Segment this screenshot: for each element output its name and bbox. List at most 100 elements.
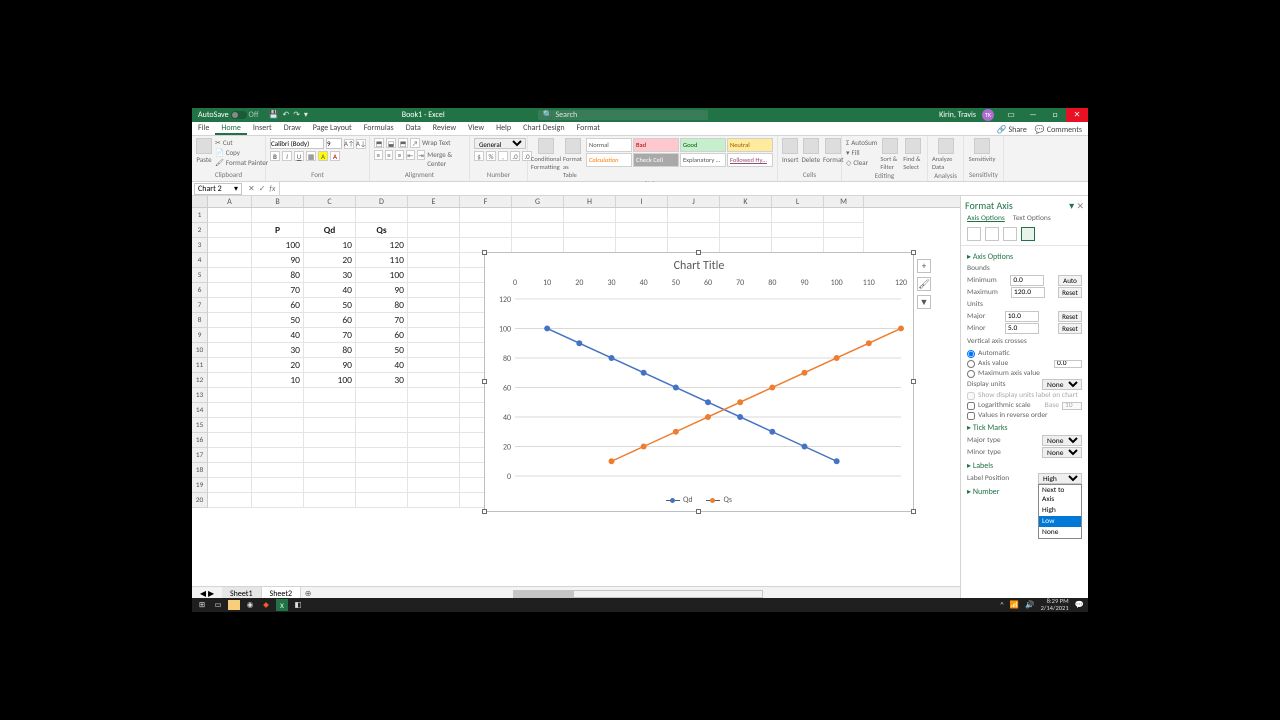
size-properties-icon[interactable] (1003, 227, 1017, 241)
excel-taskbar-icon[interactable]: X (276, 599, 288, 611)
row-header[interactable]: 10 (192, 343, 208, 358)
check-reverse[interactable]: Values in reverse order (967, 411, 1082, 420)
column-header[interactable]: M (824, 196, 864, 207)
column-header[interactable]: L (772, 196, 824, 207)
align-center-icon[interactable]: ≡ (385, 150, 394, 160)
save-icon[interactable]: 💾 (269, 110, 279, 120)
tab-data[interactable]: Data (400, 121, 427, 135)
orientation-icon[interactable]: ↗ (410, 138, 420, 148)
increase-font-icon[interactable]: A↑ (344, 139, 354, 149)
label-position-dropdown[interactable]: Next to Axis High Low None (1038, 484, 1082, 539)
row-header[interactable]: 8 (192, 313, 208, 328)
tray-chevron-icon[interactable]: ^ (1000, 601, 1004, 610)
row-header[interactable]: 14 (192, 403, 208, 418)
row-header[interactable]: 12 (192, 373, 208, 388)
autosave-toggle[interactable]: AutoSave Off (198, 110, 259, 120)
row-header[interactable]: 17 (192, 448, 208, 463)
chart-title[interactable]: Chart Title (485, 253, 913, 273)
row-header[interactable]: 4 (192, 253, 208, 268)
percent-icon[interactable]: % (486, 151, 496, 161)
tab-review[interactable]: Review (427, 121, 462, 135)
italic-button[interactable]: I (282, 151, 292, 161)
units-minor-input[interactable] (1005, 323, 1039, 334)
enter-formula-icon[interactable]: ✓ (259, 184, 266, 194)
row-header[interactable]: 1 (192, 208, 208, 223)
axis-value-input[interactable] (1054, 360, 1082, 368)
resize-handle[interactable] (482, 379, 487, 384)
user-name[interactable]: Kirin, Travis (939, 110, 976, 120)
worksheet-grid[interactable]: 12PQdQs310010120490201105803010067040907… (192, 208, 960, 586)
currency-icon[interactable]: $ (474, 151, 484, 161)
radio-max-axis[interactable]: Maximum axis value (967, 369, 1082, 378)
merge-button[interactable]: Merge & Center (427, 150, 465, 168)
style-neutral[interactable]: Neutral (727, 138, 773, 152)
chart-elements-button[interactable]: + (917, 259, 931, 273)
column-header[interactable]: J (668, 196, 720, 207)
indent-inc-icon[interactable]: ⇥ (417, 150, 426, 160)
font-color-button[interactable]: A (330, 151, 340, 161)
column-header[interactable]: D (356, 196, 408, 207)
column-header[interactable]: B (252, 196, 304, 207)
column-header[interactable]: E (408, 196, 460, 207)
cancel-formula-icon[interactable]: ✕ (248, 184, 255, 194)
align-right-icon[interactable]: ≡ (395, 150, 404, 160)
column-header[interactable]: H (564, 196, 616, 207)
tab-formulas[interactable]: Formulas (358, 121, 400, 135)
row-header[interactable]: 6 (192, 283, 208, 298)
number-format-select[interactable]: General (474, 138, 526, 149)
row-header[interactable]: 5 (192, 268, 208, 283)
radio-automatic[interactable]: Automatic (967, 349, 1082, 358)
start-button[interactable]: ⊞ (196, 599, 208, 611)
check-log-scale[interactable]: Logarithmic scale Base (967, 401, 1082, 410)
brave-icon[interactable]: ◆ (260, 599, 272, 611)
app-icon[interactable]: ◧ (292, 599, 304, 611)
section-axis-options[interactable]: ▸ Axis Options (967, 252, 1082, 262)
radio-axis-value[interactable]: Axis value (967, 359, 1082, 368)
autosum-button[interactable]: Σ AutoSum (846, 138, 877, 147)
bounds-max-input[interactable] (1011, 287, 1045, 298)
option-high[interactable]: High (1039, 505, 1081, 516)
embedded-chart[interactable]: + 🖌 ▼ Chart Title 0204060801001200102030… (484, 252, 914, 512)
volume-icon[interactable]: 🔊 (1025, 600, 1034, 610)
task-view-icon[interactable]: ▭ (212, 599, 224, 611)
tab-format[interactable]: Format (571, 121, 606, 135)
fill-line-icon[interactable] (967, 227, 981, 241)
close-pane-button[interactable]: ✕ (1076, 201, 1084, 212)
underline-button[interactable]: U (294, 151, 304, 161)
sheet-nav-prev-icon[interactable]: ◀ (200, 589, 206, 599)
row-header[interactable]: 16 (192, 433, 208, 448)
axis-options-icon[interactable] (1021, 227, 1035, 241)
style-bad[interactable]: Bad (633, 138, 679, 152)
pane-tab-text-options[interactable]: Text Options (1013, 214, 1051, 223)
search-box[interactable]: 🔍 Search (538, 110, 708, 120)
effects-icon[interactable] (985, 227, 999, 241)
conditional-formatting-button[interactable]: Conditional Formatting (532, 138, 560, 171)
align-middle-icon[interactable]: ⬓ (386, 138, 396, 148)
delete-cells-button[interactable]: Delete (801, 138, 820, 164)
cut-button[interactable]: ✂ Cut (215, 138, 268, 147)
pane-options-icon[interactable]: ▾ (1069, 199, 1074, 212)
bounds-min-input[interactable] (1010, 275, 1044, 286)
close-button[interactable]: ✕ (1066, 108, 1088, 122)
label-position-select[interactable]: High (1038, 473, 1082, 484)
bold-button[interactable]: B (270, 151, 280, 161)
tab-insert[interactable]: Insert (247, 121, 278, 135)
pane-tab-axis-options[interactable]: Axis Options (967, 214, 1005, 223)
minimize-button[interactable]: — (1022, 108, 1044, 122)
ribbon-display-icon[interactable]: ▭ (1000, 108, 1022, 122)
name-box[interactable]: Chart 2▾ (194, 183, 242, 195)
resize-handle[interactable] (482, 250, 487, 255)
chart-styles-button[interactable]: 🖌 (917, 277, 931, 291)
resize-handle[interactable] (482, 509, 487, 514)
format-cells-button[interactable]: Format (823, 138, 843, 164)
network-icon[interactable]: 📶 (1010, 600, 1019, 610)
row-header[interactable]: 11 (192, 358, 208, 373)
analyze-data-button[interactable]: Analyze Data (932, 138, 959, 171)
find-select-button[interactable]: Find & Select (903, 138, 923, 171)
chart-legend[interactable]: Qd Qs (485, 494, 913, 506)
formula-bar[interactable] (279, 182, 1088, 196)
font-size-input[interactable] (326, 138, 342, 149)
maximize-button[interactable]: □ (1044, 108, 1066, 122)
resize-handle[interactable] (696, 250, 701, 255)
tab-page-layout[interactable]: Page Layout (307, 121, 358, 135)
